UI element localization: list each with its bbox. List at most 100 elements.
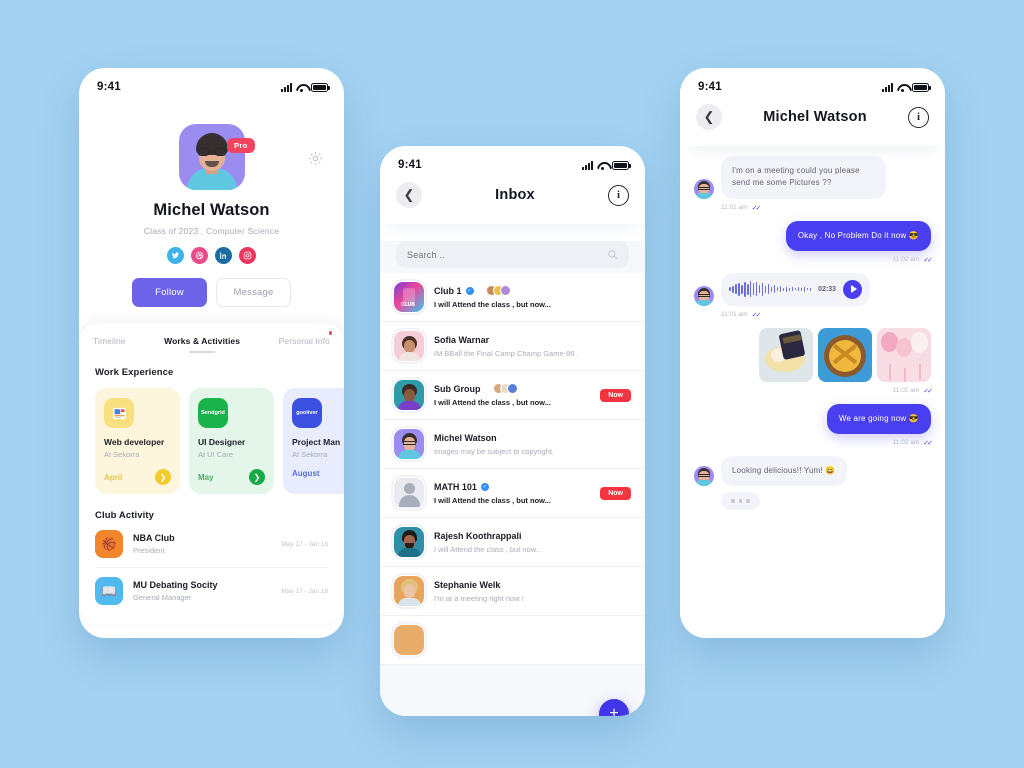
gear-icon[interactable] (307, 150, 324, 167)
list-item-content: MATH 101 ✓ I will Attend the class , but… (434, 482, 590, 505)
list-item[interactable]: Sub Group I will Attend the class , but … (380, 371, 645, 420)
message-button[interactable]: Message (216, 278, 291, 307)
voice-message[interactable]: 02:33 (721, 272, 871, 306)
signal-bars-icon (582, 160, 593, 170)
play-icon[interactable] (843, 279, 863, 299)
contact-name: MATH 101 (434, 481, 477, 492)
info-icon[interactable]: i (607, 184, 629, 206)
chat-header-card: 9:41 ❮ Michel Watson i (680, 68, 945, 146)
tab-works-activities[interactable]: Works & Activities (164, 336, 240, 353)
tab-timeline[interactable]: Timeline (93, 336, 126, 353)
work-card[interactable]: gooliver Project Man At Sekorra August (283, 388, 344, 494)
work-company: At Sekorra (104, 450, 140, 459)
partial-avatar (394, 625, 424, 655)
avatar (694, 466, 714, 487)
profile-content-card: Timeline Works & Activities Personal Inf… (79, 323, 344, 624)
verified-badge-icon: ✓ (480, 482, 489, 491)
read-receipt-icon: ✓✓ (751, 204, 762, 212)
message-preview: IM BBall the Final Camp Champ Game-86 . (434, 348, 579, 358)
list-item[interactable]: 🏀 NBA Club President May 17 - Jan 18 (95, 521, 328, 568)
work-company: At UI Care (198, 450, 234, 459)
waffle-tart-photo[interactable] (818, 327, 872, 382)
phone-chat-screen: 9:41 ❮ Michel Watson i I'm on a meeting … (680, 68, 945, 638)
avatar[interactable]: Pro (178, 124, 255, 190)
list-item[interactable]: 📖 MU Debating Socity General Manager May… (95, 568, 328, 614)
work-card-arrow-button[interactable]: ❯ (249, 469, 265, 485)
waveform-icon (729, 281, 812, 298)
wifi-icon (597, 161, 608, 170)
message-bubble[interactable]: We are going now 😎 (826, 403, 931, 434)
work-card[interactable]: Sendgrid UI Designer At UI Care May ❯ (189, 388, 274, 494)
status-time: 9:41 (698, 81, 722, 93)
message-bubble[interactable]: Okay , No Problem Do it now 😎 (785, 220, 931, 251)
avatar (694, 178, 714, 199)
search-bar[interactable] (396, 241, 629, 268)
message-outgoing: Okay , No Problem Do it now 😎 11:02 am ✓… (694, 220, 933, 264)
image-attachment-grid[interactable] (694, 327, 931, 382)
follow-button[interactable]: Follow (132, 278, 207, 307)
tab-personal-info[interactable]: Personal Info (278, 331, 332, 353)
message-incoming: Looking delicious!! Yum! 😄 (694, 455, 931, 510)
man-glasses-avatar (394, 429, 424, 459)
dribbble-icon[interactable] (191, 247, 208, 264)
info-icon[interactable]: i (907, 106, 929, 128)
message-row: Looking delicious!! Yum! 😄 (694, 455, 931, 487)
work-experience-list[interactable]: Web developer At Sekorra April ❯ Sendgri… (79, 378, 344, 494)
work-logo-text: gooliver (296, 409, 318, 416)
work-card-arrow-button[interactable]: ❯ (155, 469, 171, 485)
list-item[interactable]: CLUB Club 1 ✓ I will Attend the class , … (380, 273, 645, 322)
message-preview: I will Attend the class , but now... (434, 544, 542, 554)
twitter-icon[interactable] (167, 247, 184, 264)
message-incoming: I'm on a meeting could you please send m… (694, 156, 931, 212)
message-preview: I'm at a meeting right now ! (434, 593, 524, 603)
pink-balloons-photo[interactable] (877, 327, 931, 382)
timestamp: 11:01 am (721, 204, 748, 212)
page-title: Michel Watson (763, 109, 867, 125)
message-bubble[interactable]: I'm on a meeting could you please send m… (721, 156, 886, 199)
club-name: NBA Club (133, 533, 175, 543)
club-meta: NBA Club President (133, 533, 271, 555)
profile-actions: Follow Message (95, 278, 328, 307)
instagram-icon[interactable] (239, 247, 256, 264)
inbox-body: CLUB Club 1 ✓ I will Attend the class , … (380, 241, 645, 716)
basketball-mascot-icon: 🏀 (95, 530, 123, 558)
list-item[interactable]: Michel Watson Images may be subject to c… (380, 420, 645, 469)
list-item[interactable]: Sofia Warnar IM BBall the Final Camp Cha… (380, 322, 645, 371)
work-card[interactable]: Web developer At Sekorra April ❯ (95, 388, 180, 494)
profile-tabs: Timeline Works & Activities Personal Inf… (79, 323, 344, 353)
tab-personal-info-label: Personal Info (278, 336, 330, 346)
profile-header: Pro Michel Watson Class of 2023 , Comput… (79, 124, 344, 307)
message-outgoing: We are going now 😎 11:02 am ✓✓ (694, 403, 933, 447)
list-item-content: Club 1 ✓ I will Attend the class , but n… (434, 285, 631, 309)
inbox-header-card: 9:41 ❮ Inbox i (380, 146, 645, 224)
avatar-illustration (179, 124, 245, 190)
compose-fab-button[interactable]: + (599, 699, 629, 716)
club-role: President (133, 546, 165, 555)
chat-message-list: I'm on a meeting could you please send m… (680, 146, 945, 638)
status-icons (281, 82, 330, 92)
list-item[interactable]: MATH 101 ✓ I will Attend the class , but… (380, 469, 645, 518)
contact-name: Michel Watson (434, 432, 497, 443)
list-item[interactable] (380, 616, 645, 665)
dessert-plate-photo[interactable] (759, 327, 813, 382)
work-company: At Sekorra (292, 450, 328, 459)
chevron-left-icon[interactable]: ❮ (396, 182, 422, 208)
work-role: Web developer (104, 437, 165, 447)
linkedin-icon[interactable] (215, 247, 232, 264)
tab-notification-dot (328, 331, 332, 335)
chevron-left-icon[interactable]: ❮ (696, 104, 722, 130)
message-bubble[interactable]: Looking delicious!! Yum! 😄 (721, 455, 847, 487)
message-row: I'm on a meeting could you please send m… (694, 156, 931, 199)
status-time: 9:41 (97, 81, 121, 93)
battery-icon (311, 82, 330, 92)
list-item[interactable]: Rajesh Koothrappali I will Attend the cl… (380, 518, 645, 567)
status-badge: Now (600, 388, 631, 402)
list-item-header: Sofia Warnar (434, 335, 631, 345)
search-icon[interactable] (607, 249, 618, 260)
work-card-footer: May ❯ (198, 469, 265, 485)
list-item[interactable]: Stephanie Welk I'm at a meeting right no… (380, 567, 645, 616)
woman-blonde-avatar (394, 576, 424, 606)
search-input[interactable] (407, 249, 607, 260)
picture-logo-icon (104, 398, 134, 428)
list-item-content: Michel Watson Images may be subject to c… (434, 433, 631, 456)
